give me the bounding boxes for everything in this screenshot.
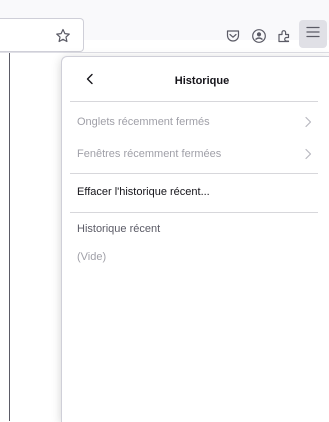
page-border [9, 53, 10, 421]
panel-title: Historique [174, 75, 230, 87]
chevron-right-icon [302, 116, 314, 128]
recently-closed-tabs-item[interactable]: Onglets récemment fermés [62, 111, 322, 133]
recent-history-heading: Historique récent [77, 223, 161, 235]
hamburger-menu-icon [306, 25, 320, 43]
toolbar-divider [0, 52, 329, 53]
account-icon[interactable] [248, 25, 270, 47]
back-button[interactable] [78, 69, 102, 93]
recently-closed-windows-item[interactable]: Fenêtres récemment fermées [62, 143, 322, 165]
pocket-icon[interactable] [222, 25, 244, 47]
chevron-left-icon [85, 72, 95, 90]
recently-closed-tabs-label: Onglets récemment fermés [77, 116, 210, 128]
chevron-right-icon [302, 148, 314, 160]
separator [70, 173, 318, 174]
extensions-icon[interactable] [273, 25, 295, 47]
recently-closed-windows-label: Fenêtres récemment fermées [77, 148, 222, 160]
separator [70, 101, 318, 102]
bookmark-star-icon[interactable] [52, 25, 74, 47]
clear-recent-history-item[interactable]: Effacer l'historique récent... [62, 181, 322, 203]
history-panel: Historique Onglets récemment fermés Fenê… [61, 56, 329, 422]
hamburger-menu-button[interactable] [299, 20, 327, 48]
empty-history-label: (Vide) [77, 251, 107, 263]
clear-recent-history-label: Effacer l'historique récent... [77, 186, 210, 198]
separator [70, 212, 318, 213]
